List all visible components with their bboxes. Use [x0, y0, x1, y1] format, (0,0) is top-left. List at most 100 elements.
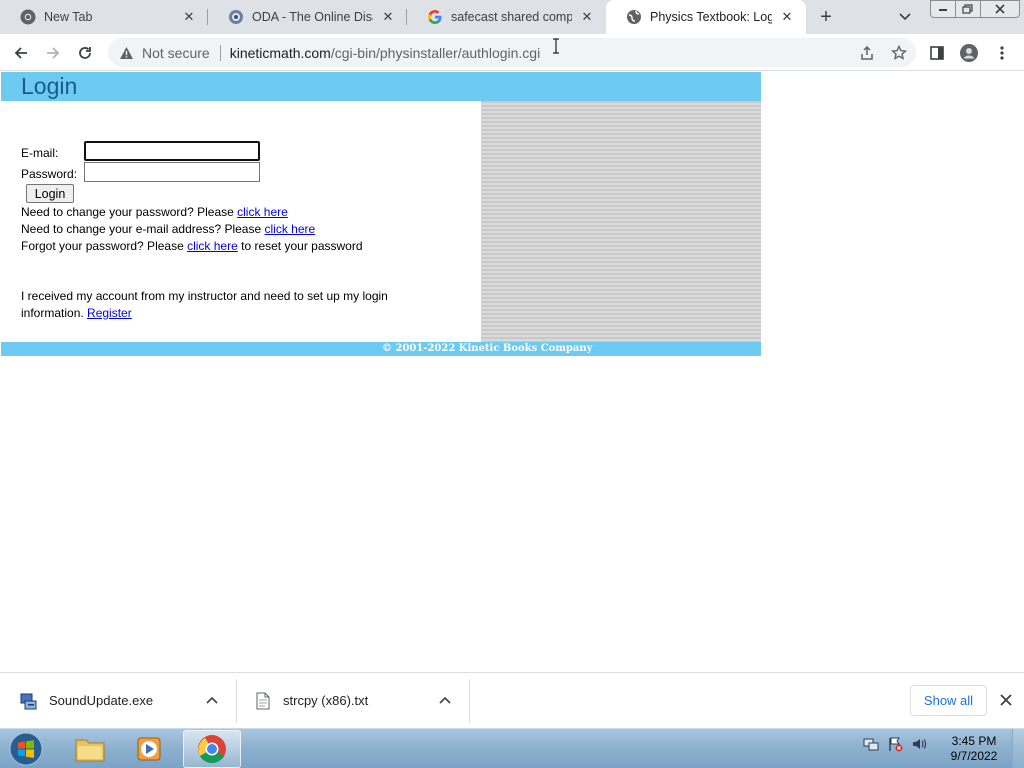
tab-safecast[interactable]: safecast shared components ✕: [407, 0, 606, 34]
plus-icon: +: [820, 5, 832, 28]
tab-oda[interactable]: ODA - The Online Disassembler ✕: [208, 0, 407, 34]
taskbar-chrome[interactable]: [183, 730, 241, 768]
folder-icon: [75, 739, 105, 762]
reload-button[interactable]: [72, 40, 98, 66]
volume-icon[interactable]: [910, 735, 928, 753]
network-icon[interactable]: [862, 735, 880, 753]
url-host: kineticmath.com: [229, 44, 331, 61]
url-path: /cgi-bin/physinstaller/authlogin.cgi: [330, 44, 541, 61]
page-content: Login E-mail: Password: Login Need to ch…: [0, 72, 1024, 672]
arrow-left-icon: [14, 47, 27, 59]
close-icon: [1000, 694, 1012, 706]
tab-title: New Tab: [44, 10, 93, 24]
close-window-button[interactable]: [980, 0, 1020, 18]
restore-button[interactable]: [955, 0, 981, 18]
restore-icon: [962, 4, 973, 14]
password-field[interactable]: [84, 162, 260, 182]
installer-icon: [19, 691, 39, 711]
close-tab-icon[interactable]: ✕: [379, 8, 397, 26]
close-tab-icon[interactable]: ✕: [778, 8, 796, 26]
download-filename: SoundUpdate.exe: [49, 693, 154, 708]
arrow-right-icon: [47, 47, 60, 59]
close-shelf-button[interactable]: [997, 691, 1015, 709]
show-all-button[interactable]: Show all: [910, 685, 987, 716]
download-filename: strcpy (x86).txt: [283, 693, 369, 708]
bookmark-button[interactable]: [886, 38, 912, 67]
action-center-flag-icon[interactable]: [886, 735, 904, 753]
forgot-password-link[interactable]: click here: [187, 239, 238, 253]
close-tab-icon[interactable]: ✕: [578, 8, 596, 26]
password-label: Password:: [21, 167, 78, 181]
login-button[interactable]: Login: [26, 184, 74, 203]
copyright-text: © 2001-2022 Kinetic Books Company: [382, 343, 593, 354]
warning-icon[interactable]: [118, 45, 134, 61]
star-icon: [891, 44, 907, 60]
close-tab-icon[interactable]: ✕: [180, 8, 198, 26]
chrome-icon: [198, 735, 226, 763]
share-button[interactable]: [854, 38, 880, 67]
register-line-2: information. Register: [21, 306, 132, 320]
kebab-menu-icon: [1000, 46, 1004, 60]
windows-taskbar: 3:45 PM 9/7/2022: [0, 728, 1024, 768]
window-controls: [930, 0, 1020, 18]
reload-icon: [79, 47, 91, 59]
side-panel-button[interactable]: [924, 40, 950, 66]
google-g-icon: [427, 9, 443, 25]
chevron-down-icon: [899, 13, 911, 21]
side-panel-icon: [930, 46, 944, 60]
register-link[interactable]: Register: [87, 306, 132, 320]
register-text: information.: [21, 306, 88, 320]
chevron-up-icon[interactable]: [204, 692, 220, 708]
change-password-link[interactable]: click here: [237, 205, 288, 219]
chrome-icon: [20, 9, 36, 25]
media-player-icon: [137, 737, 161, 761]
shelf-divider: [469, 679, 470, 723]
text-file-icon: [253, 691, 273, 711]
tab-physics-login[interactable]: Physics Textbook: Login ✕: [606, 0, 806, 34]
shelf-divider: [236, 679, 237, 723]
address-bar[interactable]: Not secure kineticmath.com/cgi-bin/physi…: [108, 38, 916, 67]
url-text[interactable]: kineticmath.com/cgi-bin/physinstaller/au…: [230, 45, 541, 61]
download-shelf: SoundUpdate.exe strcpy (x86).txt Show al…: [0, 672, 1024, 728]
globe-icon: [626, 9, 642, 25]
windows-logo-icon: [9, 732, 43, 766]
forward-button[interactable]: [40, 40, 66, 66]
avatar-icon: [960, 44, 978, 62]
page-footer: © 2001-2022 Kinetic Books Company: [1, 342, 761, 356]
tab-title: Physics Textbook: Login: [650, 10, 772, 24]
show-desktop-button[interactable]: [1012, 729, 1024, 768]
email-label: E-mail:: [21, 146, 59, 160]
taskbar-media-player[interactable]: [121, 730, 179, 768]
forgot-password-line: Forgot your password? Please click here …: [21, 239, 363, 253]
new-tab-button[interactable]: +: [813, 5, 839, 29]
chevron-up-icon[interactable]: [437, 692, 453, 708]
change-email-link[interactable]: click here: [264, 222, 315, 236]
system-clock[interactable]: 3:45 PM 9/7/2022: [942, 734, 1006, 764]
change-password-text: Need to change your password? Please: [21, 205, 238, 219]
oda-globe-icon: [228, 9, 244, 25]
clock-time: 3:45 PM: [951, 734, 997, 748]
change-email-text: Need to change your e-mail address? Plea…: [21, 222, 265, 236]
minimize-button[interactable]: [930, 0, 956, 18]
change-password-line: Need to change your password? Please cli…: [21, 205, 288, 219]
email-field[interactable]: [84, 141, 260, 161]
profile-button[interactable]: [956, 40, 982, 66]
security-status[interactable]: Not secure: [142, 45, 210, 61]
menu-button[interactable]: [989, 40, 1015, 66]
forgot-password-text: Forgot your password? Please: [21, 239, 188, 253]
start-button[interactable]: [6, 731, 46, 767]
download-item[interactable]: SoundUpdate.exe: [19, 673, 237, 728]
tab-strip: New Tab ✕ ODA - The Online Disassembler …: [0, 0, 1024, 34]
tab-search-button[interactable]: [894, 6, 916, 28]
tab-title: safecast shared components: [451, 10, 572, 24]
tab-new-tab[interactable]: New Tab ✕: [0, 0, 208, 34]
share-icon: [861, 45, 873, 60]
change-email-line: Need to change your e-mail address? Plea…: [21, 222, 315, 236]
address-divider: [219, 44, 221, 61]
taskbar-explorer[interactable]: [61, 730, 119, 768]
download-item[interactable]: strcpy (x86).txt: [253, 673, 469, 728]
decorative-striped-panel: [481, 101, 761, 342]
back-button[interactable]: [8, 40, 34, 66]
browser-toolbar: Not secure kineticmath.com/cgi-bin/physi…: [0, 34, 1024, 71]
page-title: Login: [21, 73, 78, 99]
